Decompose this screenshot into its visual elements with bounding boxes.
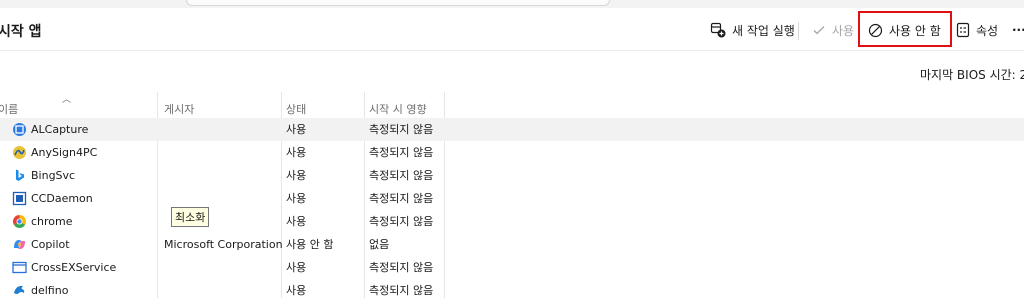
table-row[interactable]: Copilot Microsoft Corporation 사용 안 함 없음	[0, 233, 1024, 256]
search-box-edge[interactable]	[186, 0, 610, 6]
row-name: delfino	[31, 284, 69, 297]
row-impact: 측정되지 않음	[369, 169, 434, 182]
sort-ascending-icon[interactable]: ︿	[62, 92, 71, 105]
table-row[interactable]: CCDaemon 사용 측정되지 않음	[0, 187, 1024, 210]
row-impact: 측정되지 않음	[369, 146, 434, 159]
tooltip: 최소화	[171, 207, 210, 227]
properties-button[interactable]: 속성	[956, 15, 998, 45]
table-row[interactable]: chrome 사용 측정되지 않음	[0, 210, 1024, 233]
row-status: 사용	[286, 192, 307, 205]
anysign-icon	[13, 146, 26, 159]
row-impact: 측정되지 않음	[369, 261, 434, 274]
row-impact: 측정되지 않음	[369, 215, 434, 228]
delfino-icon	[14, 285, 25, 294]
checkmark-icon	[813, 26, 825, 35]
row-name: CCDaemon	[31, 192, 93, 205]
row-name: ALCapture	[31, 123, 89, 136]
table-row[interactable]: CrossEXService 사용 측정되지 않음	[0, 256, 1024, 279]
row-impact: 측정되지 않음	[369, 192, 434, 205]
row-status: 사용	[286, 169, 307, 182]
more-options-button[interactable]: ···	[1012, 15, 1024, 45]
chrome-icon	[12, 215, 27, 229]
row-name: CrossEXService	[31, 261, 117, 274]
row-status: 사용	[286, 284, 307, 297]
row-status: 사용 안 함	[286, 238, 334, 251]
row-impact: 없음	[369, 238, 390, 251]
enable-label: 사용	[832, 23, 855, 38]
column-header-impact[interactable]: 시작 시 영향	[369, 101, 427, 117]
row-status: 사용	[286, 215, 307, 228]
bing-icon	[16, 169, 24, 181]
table-row[interactable]: AnySign4PC 사용 측정되지 않음	[0, 141, 1024, 164]
new-task-icon	[710, 22, 726, 38]
toolbar-separator	[798, 22, 799, 40]
top-strip	[0, 0, 1024, 8]
column-header-publisher[interactable]: 게시자	[164, 101, 194, 117]
copilot-icon	[14, 240, 25, 249]
table-row[interactable]: BingSvc 사용 측정되지 않음	[0, 164, 1024, 187]
column-header-status[interactable]: 상태	[286, 101, 306, 117]
row-impact: 측정되지 않음	[369, 284, 434, 297]
run-new-task-button[interactable]: 새 작업 실행	[710, 15, 795, 45]
row-publisher: Microsoft Corporation	[164, 238, 283, 251]
row-name: BingSvc	[31, 169, 76, 182]
page-title: 시작 앱	[0, 24, 42, 40]
crossex-icon	[12, 261, 27, 274]
row-status: 사용	[286, 123, 307, 136]
row-status: 사용	[286, 261, 307, 274]
properties-icon	[956, 22, 970, 38]
toolbar-divider	[0, 50, 1024, 51]
run-new-task-label: 새 작업 실행	[732, 23, 795, 38]
column-header-name[interactable]: 이름	[0, 101, 18, 117]
enable-button[interactable]: 사용	[812, 15, 854, 45]
row-impact: 측정되지 않음	[369, 123, 434, 136]
row-name: chrome	[31, 215, 73, 228]
row-name: AnySign4PC	[31, 146, 98, 159]
alcapture-icon	[13, 123, 26, 136]
properties-label: 속성	[976, 23, 999, 38]
more-icon: ···	[1012, 23, 1024, 37]
bios-time: 마지막 BIOS 시간: 2.8초	[920, 68, 1024, 82]
highlight-box	[858, 11, 952, 47]
row-status: 사용	[286, 146, 307, 159]
table-row[interactable]: delfino 사용 측정되지 않음	[0, 279, 1024, 298]
ccdaemon-icon	[12, 191, 27, 206]
table-row[interactable]: ALCapture 사용 측정되지 않음	[0, 118, 1024, 141]
row-name: Copilot	[31, 238, 70, 251]
